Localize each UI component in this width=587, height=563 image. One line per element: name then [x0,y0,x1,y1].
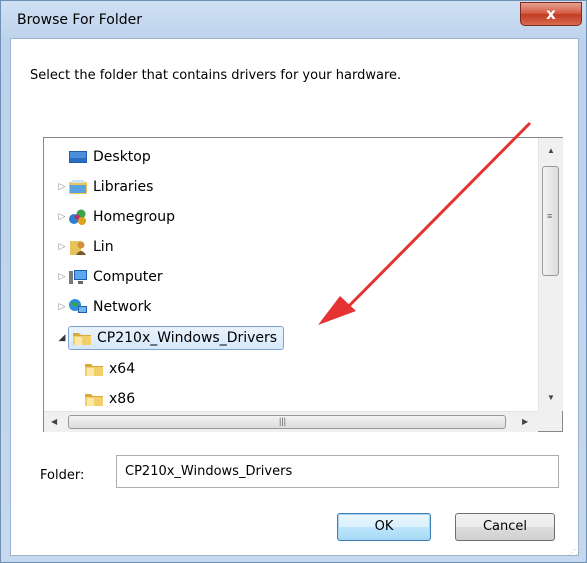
tree-item-lin[interactable]: ▷ Lin [56,234,114,260]
dialog-title: Browse For Folder [17,12,143,28]
horizontal-scrollbar[interactable]: ◀ ||| ▶ [44,411,538,432]
scroll-right-icon[interactable]: ▶ [522,417,528,426]
tree-item-label: CP210x_Windows_Drivers [97,330,278,346]
vertical-scrollbar[interactable]: ▲ ≡ ▼ [538,138,563,411]
desktop-icon [68,148,88,166]
folder-tree[interactable]: Desktop ▷ Libraries ▷ Homegroup ▷ Lin ▷ [43,137,563,432]
network-icon [68,298,88,316]
scroll-up-icon[interactable]: ▲ [547,146,555,155]
expand-arrow-icon[interactable]: ▷ [56,272,68,282]
close-icon: x [546,5,556,23]
tree-item-x86[interactable]: x86 [84,386,135,411]
tree-item-x64[interactable]: x64 [84,356,135,382]
scroll-down-icon[interactable]: ▼ [547,393,555,402]
expand-arrow-icon[interactable]: ▷ [56,302,68,312]
collapse-arrow-icon[interactable]: ◢ [56,333,68,343]
selected-item-highlight: CP210x_Windows_Drivers [68,326,285,350]
tree-item-label: Network [93,299,152,315]
folder-field[interactable]: CP210x_Windows_Drivers [116,455,559,488]
grip-icon: ||| [279,416,287,426]
title-bar[interactable]: Browse For Folder x [1,1,586,37]
homegroup-icon [68,208,88,226]
tree-item-label: Homegroup [93,209,176,225]
tree-item-label: Computer [93,269,163,285]
folder-label: Folder: [40,468,85,483]
folder-icon [84,360,104,378]
tree-item-label: Desktop [93,149,151,165]
tree-item-label: Lin [93,239,114,255]
tree-item-computer[interactable]: ▷ Computer [56,264,163,290]
tree-item-cp210x-windows-drivers[interactable]: ◢ CP210x_Windows_Drivers [56,325,285,351]
tree-item-label: x64 [109,361,136,377]
folder-icon [72,329,92,347]
vertical-scroll-thumb[interactable]: ≡ [542,166,559,276]
scroll-left-icon[interactable]: ◀ [51,417,57,426]
close-button[interactable]: x [520,2,582,26]
expand-arrow-icon[interactable]: ▷ [56,182,68,192]
tree-item-label: Libraries [93,179,154,195]
resize-grip-icon[interactable]: ⋰⋰ [568,548,583,557]
tree-item-homegroup[interactable]: ▷ Homegroup [56,204,175,230]
tree-item-desktop[interactable]: Desktop [56,144,151,170]
tree-item-label: x86 [109,391,136,407]
expand-arrow-icon[interactable]: ▷ [56,242,68,252]
computer-icon [68,268,88,286]
tree-item-network[interactable]: ▷ Network [56,294,151,320]
grip-icon: ≡ [547,211,553,221]
folder-icon [84,390,104,408]
tree-viewport: Desktop ▷ Libraries ▷ Homegroup ▷ Lin ▷ [44,138,539,411]
expand-arrow-icon[interactable]: ▷ [56,212,68,222]
horizontal-scroll-thumb[interactable]: ||| [68,415,506,429]
user-icon [68,238,88,256]
instruction-text: Select the folder that contains drivers … [30,68,402,83]
tree-item-libraries[interactable]: ▷ Libraries [56,174,154,200]
cancel-button[interactable]: Cancel [455,513,555,541]
ok-button[interactable]: OK [337,513,431,541]
scrollbar-corner [538,411,562,431]
libraries-icon [68,178,88,196]
